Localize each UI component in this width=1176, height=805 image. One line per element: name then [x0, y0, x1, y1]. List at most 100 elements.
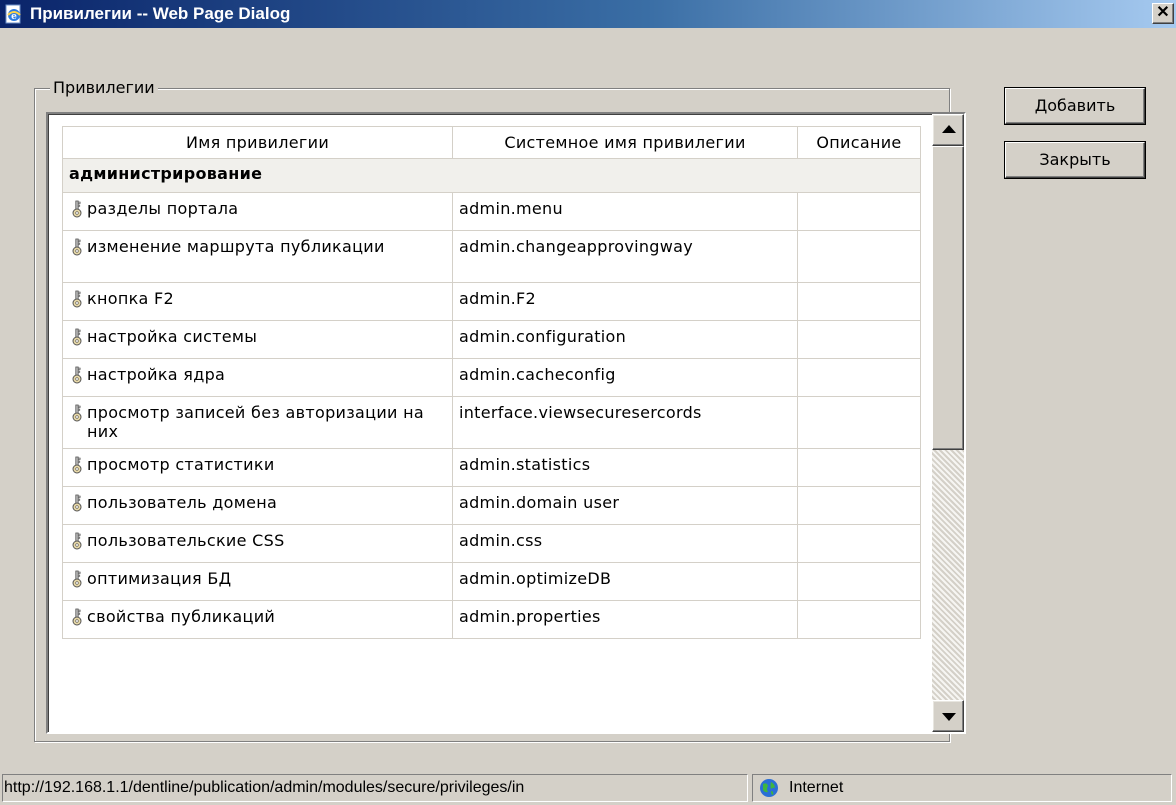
security-zone: Internet [752, 774, 1172, 802]
description-cell[interactable] [797, 486, 921, 525]
table-row[interactable]: кнопка F2 admin.F2 [62, 282, 921, 321]
privileges-table-frame: Имя привилегии Системное имя привилегии … [46, 112, 966, 734]
table-row[interactable]: настройка системы admin.configuration [62, 320, 921, 359]
description-cell[interactable] [797, 448, 921, 487]
system-name-cell[interactable]: admin.statistics [452, 448, 798, 487]
system-name-cell[interactable]: admin.F2 [452, 282, 798, 321]
group-label: администрирование [62, 158, 921, 193]
add-button[interactable]: Добавить [1005, 88, 1145, 124]
privilege-name-cell[interactable]: просмотр статистики [62, 448, 453, 487]
ie-page-icon: e [5, 4, 21, 24]
column-header-name[interactable]: Имя привилегии [62, 126, 453, 159]
close-icon: ✕ [1156, 4, 1170, 21]
vertical-scrollbar[interactable] [932, 114, 964, 732]
privilege-name-cell[interactable]: настройка ядра [62, 358, 453, 397]
system-name-cell[interactable]: admin.css [452, 524, 798, 563]
description-cell[interactable] [797, 192, 921, 231]
privilege-name-text: кнопка F2 [87, 289, 175, 308]
privileges-table: Имя привилегии Системное имя привилегии … [62, 126, 921, 639]
privilege-name-cell[interactable]: оптимизация БД [62, 562, 453, 601]
privilege-name-cell[interactable]: кнопка F2 [62, 282, 453, 321]
table-header-row: Имя привилегии Системное имя привилегии … [62, 126, 921, 159]
privilege-name-cell[interactable]: просмотр записей без авторизации на них [62, 396, 453, 449]
close-window-button[interactable]: ✕ [1152, 3, 1174, 24]
dialog-title: Привилегии -- Web Page Dialog [30, 4, 291, 23]
dialog-title-bar[interactable]: e Привилегии -- Web Page Dialog ✕ [0, 0, 1176, 28]
table-row[interactable]: просмотр записей без авторизации на них i… [62, 396, 921, 449]
privilege-name-text: пользовательские CSS [87, 531, 285, 550]
system-name-cell[interactable]: admin.cacheconfig [452, 358, 798, 397]
column-header-system-name[interactable]: Системное имя привилегии [452, 126, 798, 159]
key-icon [72, 328, 82, 346]
privilege-name: изменение маршрута публикации [69, 237, 446, 256]
privilege-name-text: просмотр записей без авторизации на них [87, 403, 424, 441]
privilege-name-cell[interactable]: пользовательские CSS [62, 524, 453, 563]
privilege-name-cell[interactable]: настройка системы [62, 320, 453, 359]
description-cell[interactable] [797, 320, 921, 359]
key-icon [72, 404, 82, 422]
description-cell[interactable] [797, 524, 921, 563]
privilege-name: разделы портала [69, 199, 446, 218]
scrollbar-thumb[interactable] [932, 146, 964, 450]
privilege-name-text: просмотр статистики [87, 455, 275, 474]
scroll-down-button[interactable] [932, 700, 964, 732]
system-name-cell[interactable]: admin.changeapprovingway [452, 230, 798, 283]
arrow-up-icon [942, 125, 956, 133]
key-icon [72, 200, 82, 218]
privilege-name-cell[interactable]: изменение маршрута публикации [62, 230, 453, 283]
system-name-cell[interactable]: admin.properties [452, 600, 798, 639]
key-icon [72, 238, 82, 256]
key-icon [72, 608, 82, 626]
column-header-description[interactable]: Описание [797, 126, 921, 159]
scroll-up-button[interactable] [932, 114, 964, 146]
status-bar: http://192.168.1.1/dentline/publication/… [0, 770, 1176, 805]
system-name-cell[interactable]: interface.viewsecuresercords [452, 396, 798, 449]
description-cell[interactable] [797, 230, 921, 283]
privilege-name: кнопка F2 [69, 289, 446, 308]
description-cell[interactable] [797, 282, 921, 321]
privilege-name-text: свойства публикаций [87, 607, 276, 626]
privilege-name-text: настройка ядра [87, 365, 226, 384]
key-icon [72, 290, 82, 308]
system-name-cell[interactable]: admin.configuration [452, 320, 798, 359]
privileges-group-legend: Привилегии [50, 78, 158, 97]
close-button[interactable]: Закрыть [1005, 142, 1145, 178]
group-row-administration: администрирование [62, 158, 921, 193]
description-cell[interactable] [797, 600, 921, 639]
key-icon [72, 366, 82, 384]
system-name-cell[interactable]: admin.optimizeDB [452, 562, 798, 601]
table-row[interactable]: настройка ядра admin.cacheconfig [62, 358, 921, 397]
privilege-name-cell[interactable]: разделы портала [62, 192, 453, 231]
table-row[interactable]: пользовательские CSS admin.css [62, 524, 921, 563]
privilege-name-text: оптимизация БД [87, 569, 232, 588]
privilege-name: просмотр записей без авторизации на них [69, 403, 446, 441]
system-name-cell[interactable]: admin.menu [452, 192, 798, 231]
table-row[interactable]: оптимизация БД admin.optimizeDB [62, 562, 921, 601]
system-name-cell[interactable]: admin.domain user [452, 486, 798, 525]
privilege-name: настройка системы [69, 327, 446, 346]
privilege-name-text: изменение маршрута публикации [87, 237, 385, 256]
svg-text:e: e [11, 12, 17, 22]
description-cell[interactable] [797, 396, 921, 449]
table-row[interactable]: просмотр статистики admin.statistics [62, 448, 921, 487]
table-row[interactable]: пользователь домена admin.domain user [62, 486, 921, 525]
privilege-name: оптимизация БД [69, 569, 446, 588]
arrow-down-icon [942, 713, 956, 721]
privilege-name-text: пользователь домена [87, 493, 278, 512]
privilege-name-cell[interactable]: свойства публикаций [62, 600, 453, 639]
key-icon [72, 456, 82, 474]
status-url: http://192.168.1.1/dentline/publication/… [2, 774, 748, 802]
description-cell[interactable] [797, 562, 921, 601]
table-row[interactable]: изменение маршрута публикации admin.chang… [62, 230, 921, 283]
privilege-name: просмотр статистики [69, 455, 446, 474]
table-row[interactable]: разделы портала admin.menu [62, 192, 921, 231]
key-icon [72, 532, 82, 550]
privilege-name-cell[interactable]: пользователь домена [62, 486, 453, 525]
privilege-name: пользовательские CSS [69, 531, 446, 550]
key-icon [72, 570, 82, 588]
table-row[interactable]: свойства публикаций admin.properties [62, 600, 921, 639]
description-cell[interactable] [797, 358, 921, 397]
privilege-name-text: настройка системы [87, 327, 258, 346]
key-icon [72, 494, 82, 512]
privilege-name-text: разделы портала [87, 199, 239, 218]
